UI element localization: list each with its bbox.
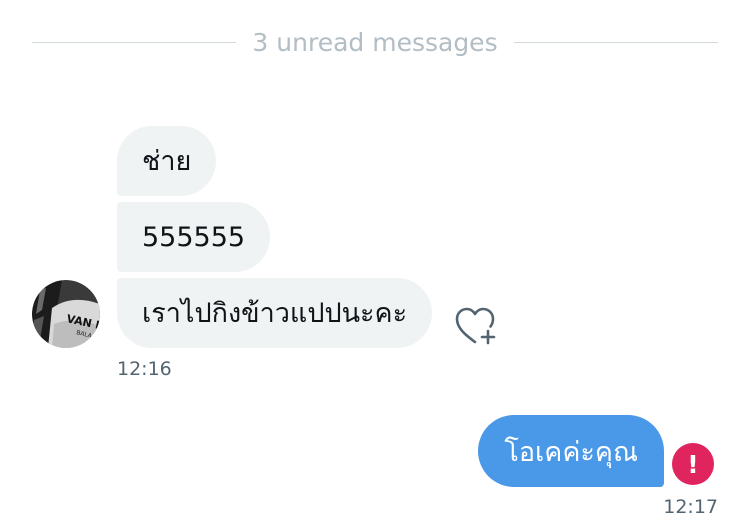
divider-line-left [32, 41, 237, 43]
avatar-image: VAN HA BALA [32, 280, 100, 348]
outgoing-message-bubble[interactable]: โอเคค่ะคุณ [478, 415, 664, 487]
message-text: ช่าย [142, 145, 192, 177]
incoming-timestamp: 12:16 [117, 358, 172, 380]
unread-divider: 3 unread messages [32, 22, 719, 62]
message-text: 555555 [142, 221, 246, 253]
unread-count-label: 3 unread messages [252, 27, 498, 57]
incoming-message-bubble[interactable]: ช่าย [117, 126, 217, 196]
divider-line-right [513, 41, 719, 43]
incoming-message-bubble[interactable]: เราไปกิงข้าวแปปนะคะ [117, 278, 433, 348]
avatar[interactable]: VAN HA BALA [32, 280, 100, 348]
incoming-message-bubble[interactable]: 555555 [117, 202, 271, 272]
conversation-view: 3 unread messages ช่าย 555555 เราไปกิงข้… [0, 0, 750, 531]
error-symbol: ! [687, 450, 698, 479]
message-text: เราไปกิงข้าวแปปนะคะ [142, 297, 408, 329]
heart-plus-icon[interactable] [450, 300, 500, 350]
message-text: โอเคค่ะคุณ [504, 436, 638, 468]
outgoing-timestamp: 12:17 [663, 496, 718, 518]
error-icon[interactable]: ! [671, 442, 715, 486]
